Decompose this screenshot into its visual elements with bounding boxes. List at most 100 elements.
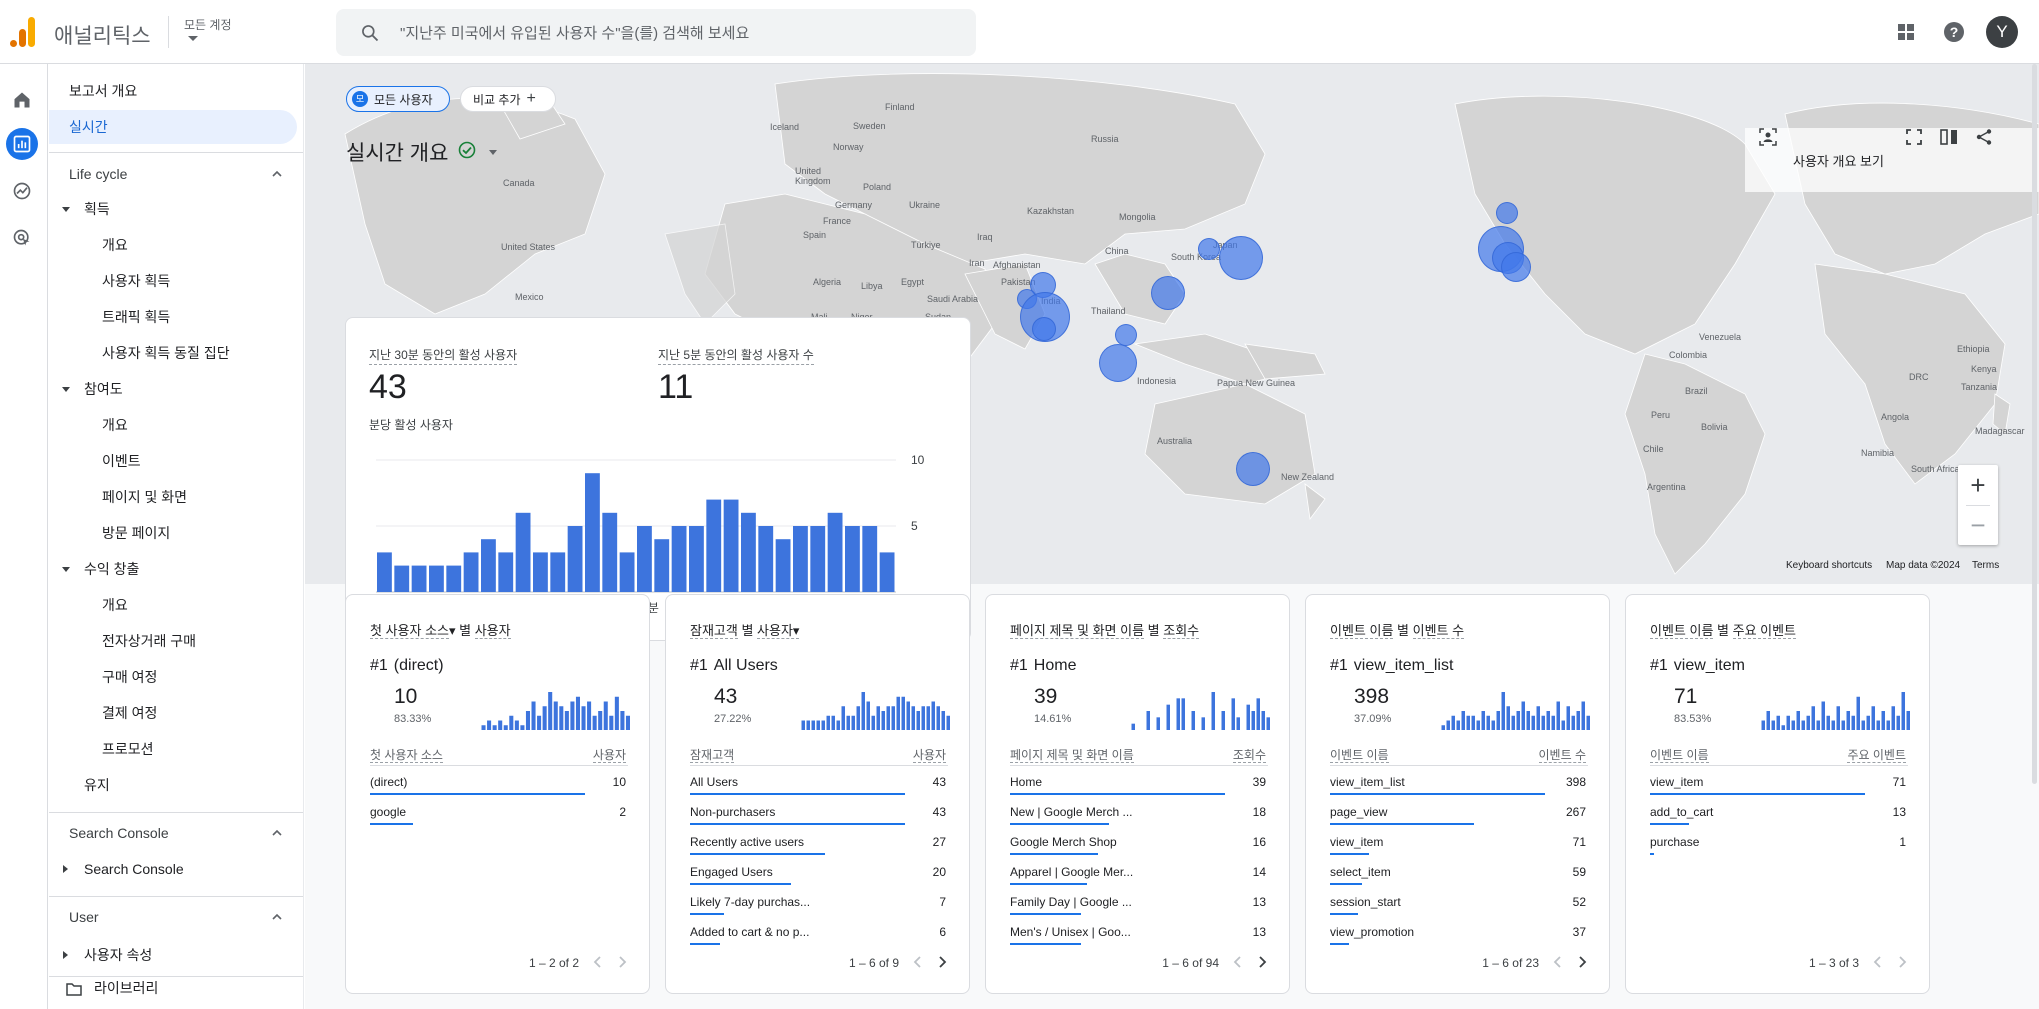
active-users-30min-label[interactable]: 지난 30분 동안의 활성 사용자 [369, 346, 518, 365]
chart-bar[interactable] [827, 512, 843, 592]
chart-bar[interactable] [810, 526, 826, 592]
nav-retention[interactable]: 유지 [49, 768, 297, 802]
chart-bar[interactable] [654, 539, 670, 592]
chevron-up-icon[interactable] [271, 911, 283, 923]
analytics-logo[interactable] [10, 17, 36, 47]
fullscreen-icon[interactable] [1905, 128, 1923, 146]
column-header[interactable]: 페이지 제목 및 화면 이름 [1010, 746, 1134, 763]
nav-checkout-journey[interactable]: 결제 여정 [49, 696, 297, 730]
chart-bar[interactable] [533, 552, 548, 592]
chart-bar[interactable] [463, 552, 479, 592]
add-comparison-button[interactable]: 비교 추가 + [460, 86, 556, 112]
table-row-label[interactable]: Apparel | Google Mer... [1010, 865, 1133, 879]
search-input[interactable] [400, 20, 960, 46]
table-row-label[interactable]: Family Day | Google ... [1010, 895, 1132, 909]
page-scrollbar[interactable] [2032, 64, 2037, 784]
column-header[interactable]: 이벤트 이름 [1650, 746, 1709, 763]
advertising-rail-button[interactable] [6, 222, 38, 254]
chart-bar[interactable] [585, 473, 600, 592]
chart-bar[interactable] [619, 552, 635, 592]
user-location-bubble[interactable] [1501, 252, 1531, 282]
compare-icon[interactable] [1940, 128, 1958, 146]
card-sparkline[interactable] [1121, 690, 1271, 730]
table-row-label[interactable]: Home [1010, 775, 1042, 789]
segment-chip-all-users[interactable]: 모 모든 사용자 [346, 86, 450, 112]
chart-bar[interactable] [689, 526, 704, 592]
nav-eng-overview[interactable]: 개요 [49, 408, 297, 442]
chevron-right-icon[interactable] [1575, 955, 1589, 969]
user-location-bubble[interactable] [1032, 317, 1056, 341]
chart-bar[interactable] [741, 512, 756, 592]
nav-acquisition[interactable]: 획득 [49, 192, 297, 226]
nav-purchase-journey[interactable]: 구매 여정 [49, 660, 297, 694]
nav-realtime[interactable]: 실시간 [49, 110, 297, 144]
account-selector[interactable]: 모든 계정 [184, 16, 232, 33]
chart-bar[interactable] [845, 526, 860, 592]
card-title-part[interactable]: 이벤트 이름 [1650, 623, 1714, 639]
nav-landing-page[interactable]: 방문 페이지 [49, 516, 297, 550]
chart-bar[interactable] [879, 552, 895, 592]
nav-mon-overview[interactable]: 개요 [49, 588, 297, 622]
card-title-part[interactable]: 주요 이벤트 [1732, 623, 1797, 639]
chevron-right-icon[interactable] [1255, 955, 1269, 969]
user-location-bubble[interactable] [1496, 202, 1518, 224]
card-title-part[interactable]: 잠재고객 [690, 623, 738, 639]
chart-bar[interactable] [481, 539, 496, 592]
chart-bar[interactable] [602, 512, 618, 592]
chart-bar[interactable] [498, 552, 514, 592]
table-row-label[interactable]: google [370, 805, 406, 819]
chart-bar[interactable] [394, 565, 410, 592]
card-title-part[interactable]: 이벤트 수 [1412, 623, 1465, 639]
chart-bar[interactable] [793, 526, 808, 592]
chart-bar[interactable] [775, 539, 791, 592]
caret-down-icon[interactable] [489, 150, 497, 155]
nav-user-acquisition[interactable]: 사용자 획득 [49, 264, 297, 298]
table-row-label[interactable]: select_item [1330, 865, 1391, 879]
nav-acquisition-cohort[interactable]: 사용자 획득 동질 집단 [49, 336, 297, 370]
nav-section-user[interactable]: User [69, 909, 289, 925]
nav-promotions[interactable]: 프로모션 [49, 732, 297, 766]
table-row-label[interactable]: Likely 7-day purchas... [690, 895, 810, 909]
user-location-bubble[interactable] [1151, 276, 1185, 310]
chevron-left-icon[interactable] [1231, 955, 1245, 969]
card-sparkline[interactable] [801, 690, 951, 730]
table-row-label[interactable]: All Users [690, 775, 738, 789]
nav-events[interactable]: 이벤트 [49, 444, 297, 478]
nav-section-search-console[interactable]: Search Console [69, 825, 289, 841]
column-header[interactable]: 주요 이벤트 [1847, 746, 1906, 763]
chart-bar[interactable] [706, 499, 722, 592]
nav-engagement[interactable]: 참여도 [49, 372, 297, 406]
home-rail-button[interactable] [6, 84, 38, 116]
zoom-out-button[interactable]: − [1958, 505, 1998, 545]
keyboard-shortcuts-link[interactable]: Keyboard shortcuts [1786, 560, 1872, 571]
nav-traffic-acquisition[interactable]: 트래픽 획득 [49, 300, 297, 334]
card-sparkline[interactable] [1441, 690, 1591, 730]
user-overview-button[interactable]: 사용자 개요 보기 [1793, 151, 1884, 170]
nav-acq-overview[interactable]: 개요 [49, 228, 297, 262]
table-row-label[interactable]: view_item [1650, 775, 1703, 789]
explore-rail-button[interactable] [6, 175, 38, 207]
card-title-part[interactable]: 사용자▾ [757, 623, 800, 639]
card-title-part[interactable]: 첫 사용자 소스 [370, 623, 449, 639]
card-sparkline[interactable] [481, 690, 631, 730]
chart-bar[interactable] [550, 552, 566, 592]
user-location-bubble[interactable] [1219, 236, 1263, 280]
table-row-label[interactable]: Engaged Users [690, 865, 773, 879]
chevron-up-icon[interactable] [271, 827, 283, 839]
table-row-label[interactable]: Men's / Unisex | Goo... [1010, 925, 1131, 939]
help-icon[interactable]: ? [1942, 20, 1966, 44]
table-row-label[interactable]: view_promotion [1330, 925, 1414, 939]
table-row-label[interactable]: view_item [1330, 835, 1383, 849]
table-row-label[interactable]: add_to_cart [1650, 805, 1713, 819]
column-header[interactable]: 사용자 [592, 746, 626, 763]
nav-user-attributes[interactable]: 사용자 속성 [49, 938, 297, 972]
column-header[interactable]: 이벤트 이름 [1330, 746, 1389, 763]
table-row-label[interactable]: Non-purchasers [690, 805, 775, 819]
chart-bar[interactable] [637, 526, 652, 592]
table-row-label[interactable]: Added to cart & no p... [690, 925, 809, 939]
chevron-left-icon[interactable] [591, 955, 605, 969]
chart-bar[interactable] [429, 565, 444, 592]
search-bar[interactable] [336, 9, 976, 56]
table-row-label[interactable]: (direct) [370, 775, 407, 789]
chart-bar[interactable] [671, 526, 687, 592]
